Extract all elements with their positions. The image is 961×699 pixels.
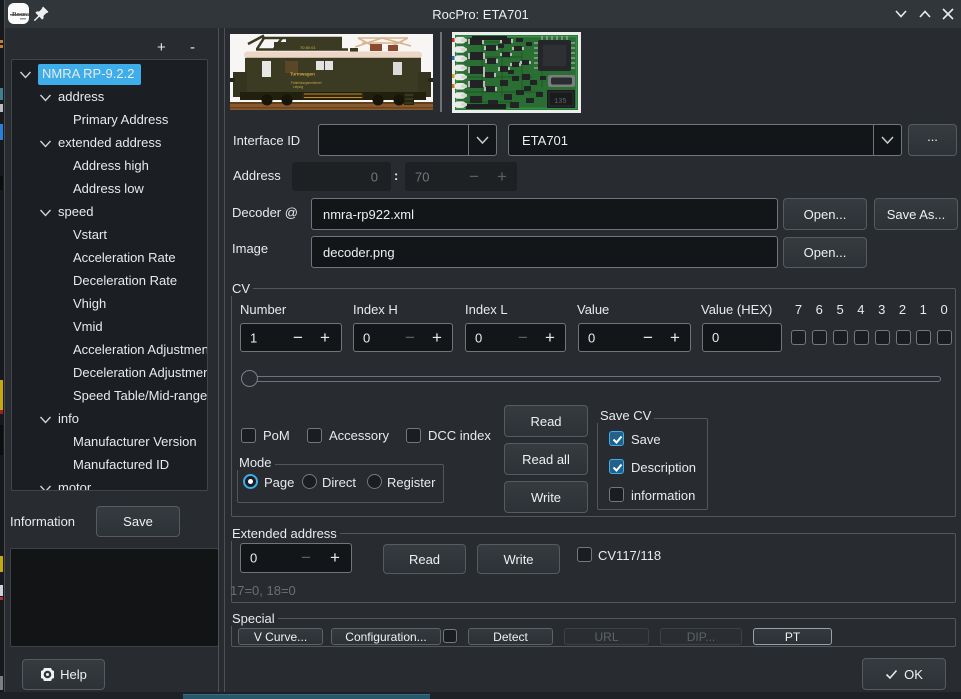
svg-text:135: 135: [554, 98, 567, 106]
svg-text:Turmwagen: Turmwagen: [290, 72, 315, 77]
svg-text:Leipzig: Leipzig: [293, 85, 303, 89]
svg-text:70 80 01: 70 80 01: [300, 45, 316, 50]
